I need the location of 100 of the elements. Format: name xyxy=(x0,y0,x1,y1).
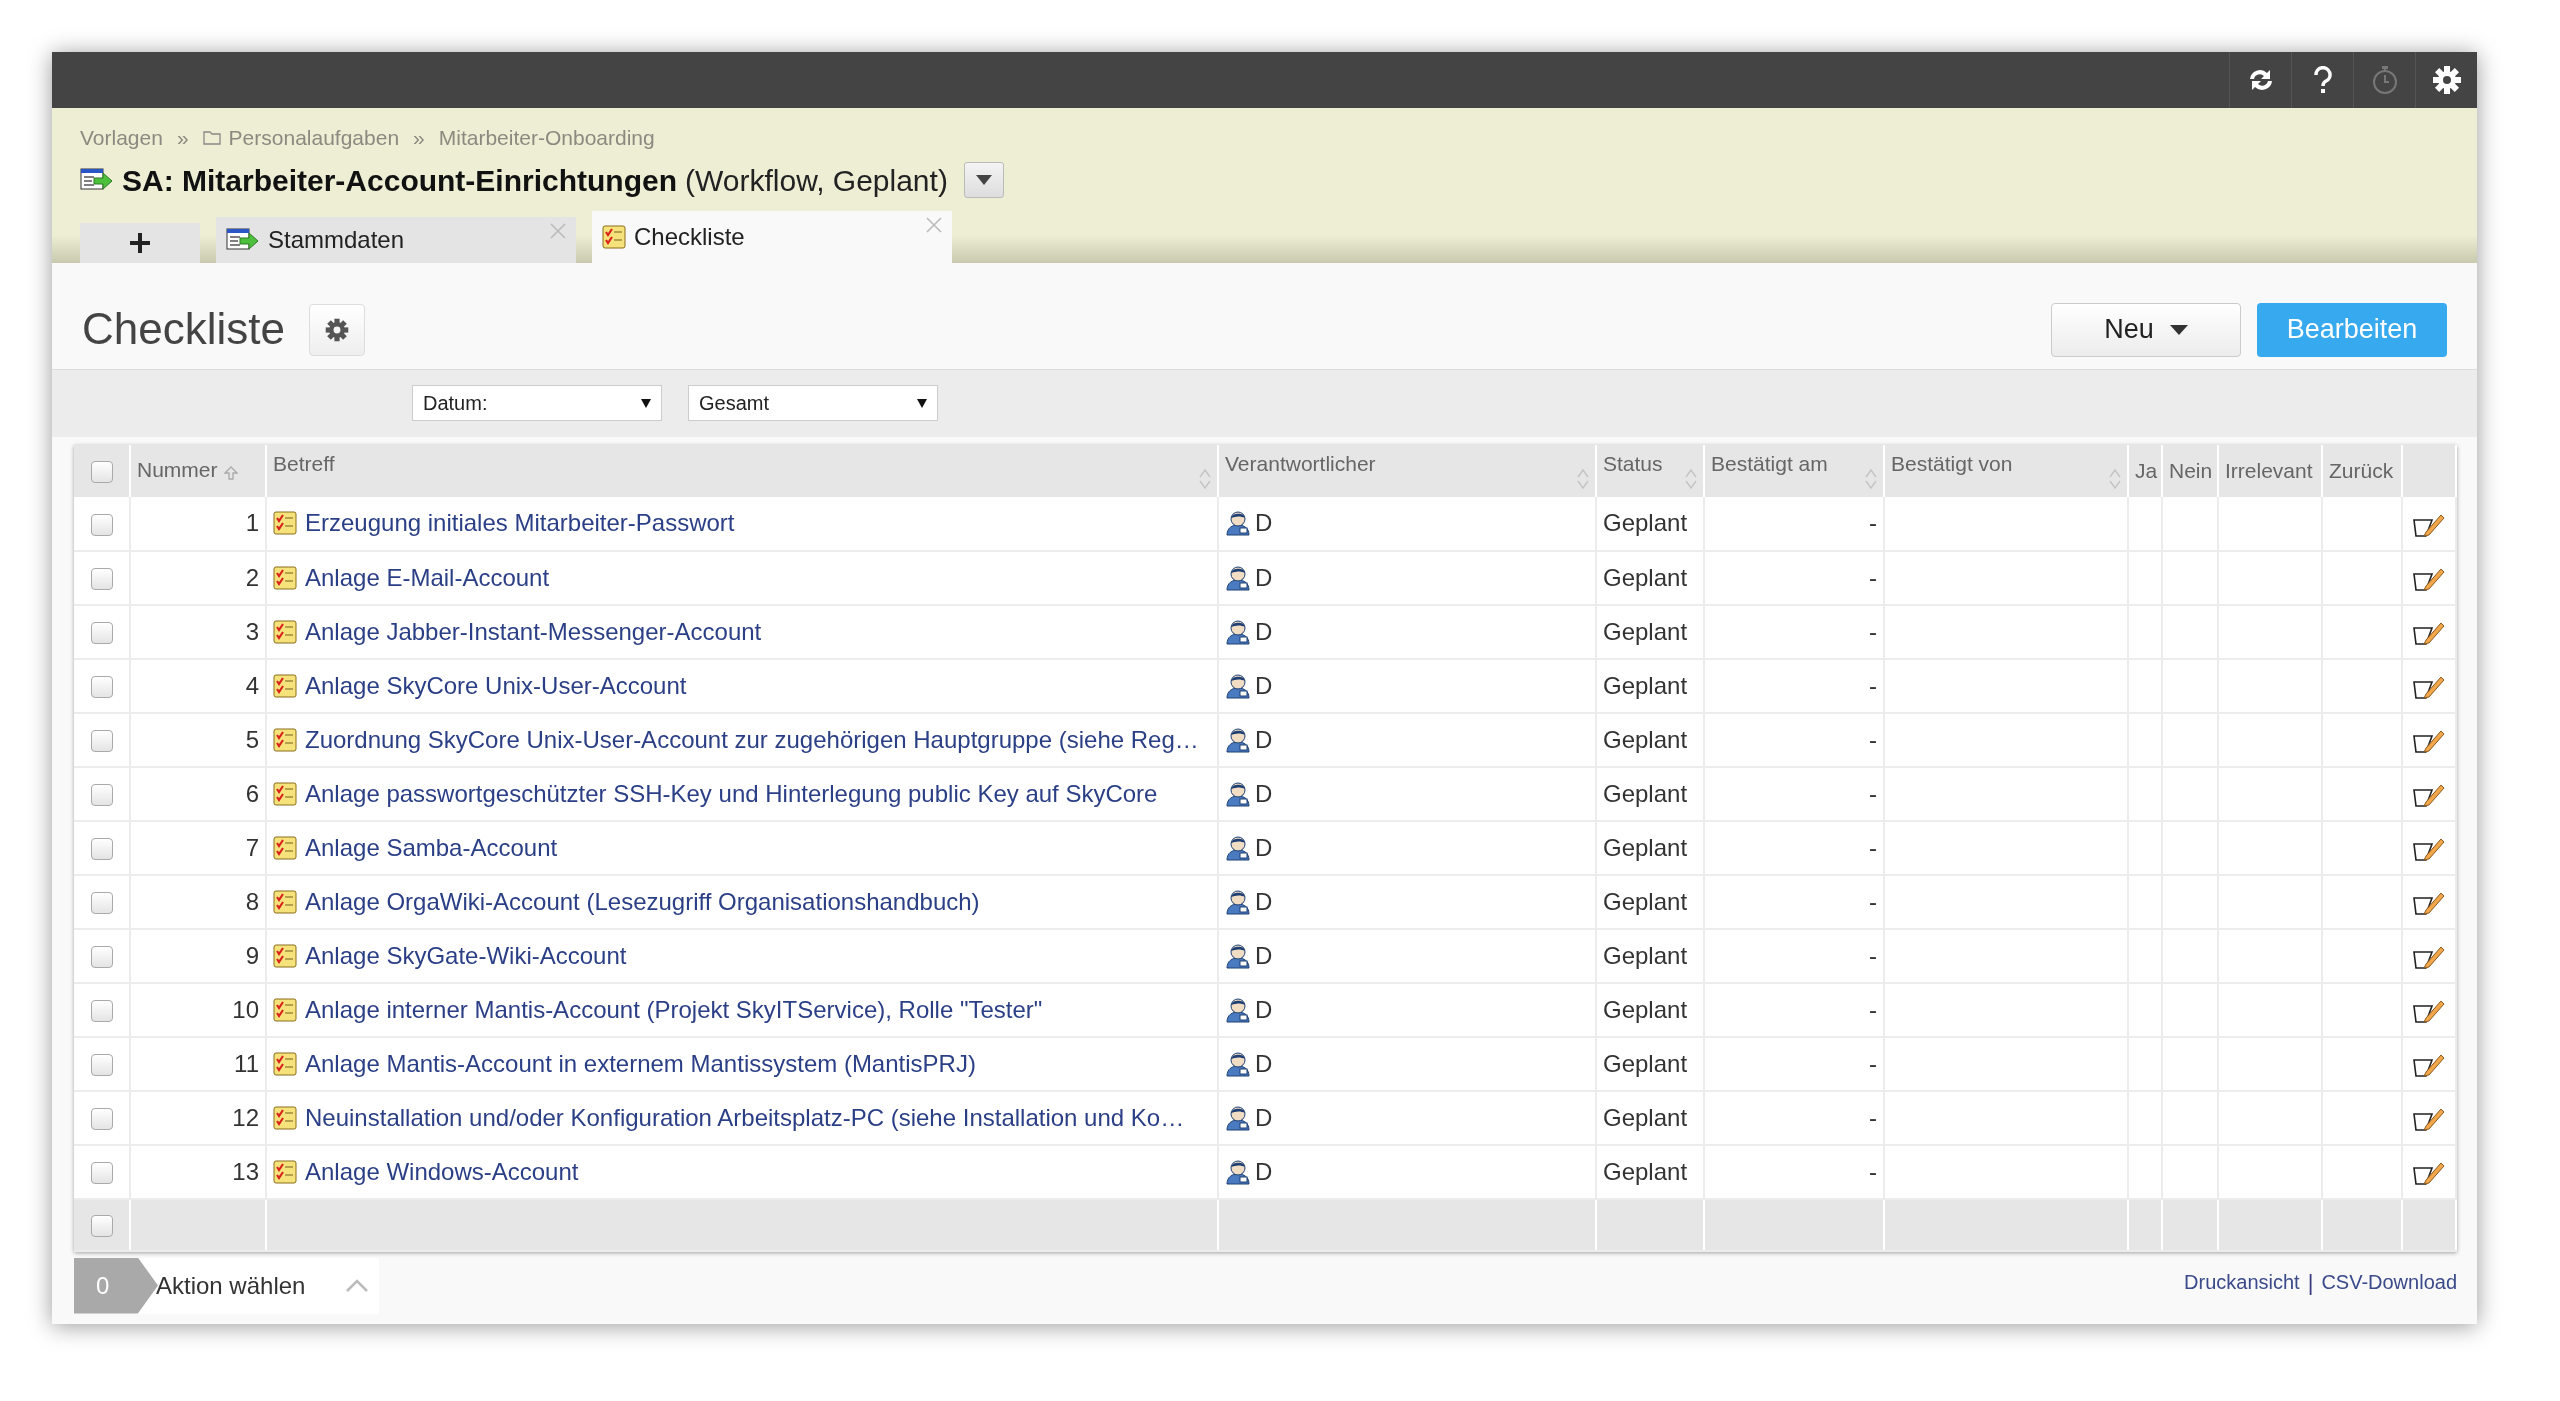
help-icon xyxy=(2311,66,2334,94)
responsible-name: D xyxy=(1255,1156,1273,1187)
status-text: Geplant xyxy=(1603,563,1688,591)
footer-link[interactable]: Druckansicht xyxy=(2184,1267,2300,1297)
row-number: 5 xyxy=(245,725,259,753)
row-number: 2 xyxy=(245,563,259,591)
checklist-icon xyxy=(273,1051,297,1076)
checklist-icon xyxy=(273,565,297,590)
person-icon xyxy=(1225,834,1251,861)
row-number: 6 xyxy=(245,779,259,807)
checkbox[interactable] xyxy=(90,568,113,591)
new-button[interactable]: Neu xyxy=(2051,302,2241,357)
status-text: Geplant xyxy=(1603,995,1688,1023)
breadcrumb-separator: » xyxy=(176,125,189,151)
checklist-icon xyxy=(602,224,626,249)
subject-link[interactable]: Anlage SkyGate-Wiki-Account xyxy=(305,937,627,974)
responsible-name: D xyxy=(1255,778,1273,809)
checklist-icon xyxy=(273,1105,297,1130)
column-header: Ja xyxy=(2135,458,2158,482)
checkbox[interactable] xyxy=(90,1162,113,1185)
edit-icon[interactable] xyxy=(2413,944,2445,971)
person-icon xyxy=(1225,996,1251,1023)
edit-icon[interactable] xyxy=(2413,566,2445,593)
checkbox[interactable] xyxy=(90,1054,113,1077)
person-icon xyxy=(1225,510,1251,536)
checkbox[interactable] xyxy=(90,1108,113,1131)
checkbox[interactable] xyxy=(90,730,113,753)
footer-link[interactable]: CSV-Download xyxy=(2321,1267,2457,1297)
edit-icon[interactable] xyxy=(2413,998,2445,1025)
checkbox[interactable] xyxy=(90,838,113,861)
checklist-icon xyxy=(273,997,297,1022)
subject-link[interactable]: Anlage Mantis-Account in externem Mantissystem (MantisPRJ) xyxy=(305,1045,976,1082)
edit-icon[interactable] xyxy=(2413,782,2445,809)
subject-link[interactable]: Anlage E-Mail-Account xyxy=(305,559,550,596)
checkbox[interactable] xyxy=(90,461,113,484)
subject-link[interactable]: Erzeugung initiales Mitarbeiter-Passwort xyxy=(305,505,735,541)
subject-link[interactable]: Anlage interner Mantis-Account (Projekt SkyITService), Rolle "Tester" xyxy=(305,991,1043,1028)
checkbox[interactable] xyxy=(90,892,113,915)
edit-icon[interactable] xyxy=(2413,890,2445,917)
date-text: - xyxy=(1869,1157,1877,1185)
edit-icon[interactable] xyxy=(2413,1160,2445,1187)
checkbox[interactable] xyxy=(90,676,113,699)
subject-link[interactable]: Anlage Windows-Account xyxy=(305,1153,579,1190)
row-number: 10 xyxy=(232,995,259,1023)
status-text: Geplant xyxy=(1603,779,1688,807)
responsible-name: D xyxy=(1255,670,1273,701)
checkbox[interactable] xyxy=(90,513,113,536)
tab[interactable]: Stammdaten xyxy=(216,216,576,263)
checklist-icon xyxy=(273,1159,297,1184)
edit-icon[interactable] xyxy=(2413,1106,2445,1133)
person-icon xyxy=(1225,1050,1251,1077)
add-tab-button[interactable] xyxy=(80,222,200,263)
person-icon xyxy=(1225,618,1251,645)
edit-icon[interactable] xyxy=(2413,674,2445,701)
edit-icon[interactable] xyxy=(2413,620,2445,647)
action-select[interactable]: Aktion wählen xyxy=(136,1257,380,1314)
responsible-name: D xyxy=(1255,886,1273,917)
dropdown-button[interactable] xyxy=(963,162,1004,198)
person-icon xyxy=(1225,1104,1251,1131)
sort-header[interactable]: Verantwortlicher xyxy=(1225,451,1376,475)
column-header: Irrelevant xyxy=(2225,458,2313,482)
person-icon xyxy=(1225,1158,1251,1185)
checkbox[interactable] xyxy=(90,622,113,645)
status-text: Geplant xyxy=(1603,941,1688,969)
column-header: Zurück xyxy=(2329,458,2394,482)
edit-icon[interactable] xyxy=(2413,1052,2445,1079)
edit-icon[interactable] xyxy=(2413,836,2445,863)
caret-icon xyxy=(917,398,927,408)
tab[interactable]: Checkliste xyxy=(592,210,952,263)
subject-link[interactable]: Anlage Samba-Account xyxy=(305,829,558,866)
person-icon xyxy=(1225,942,1251,969)
record-meta: (Workflow, Geplant) xyxy=(685,162,948,199)
subject-link[interactable]: Anlage Jabber-Instant-Messenger-Account xyxy=(305,613,762,650)
row-number: 4 xyxy=(245,671,259,699)
subject-link[interactable]: Zuordnung SkyCore Unix-User-Account zur zugehörigen Hauptgruppe (siehe Reg… xyxy=(305,721,1199,758)
date-text: - xyxy=(1869,1049,1877,1077)
subject-link[interactable]: Neuinstallation und/oder Konfiguration Arbeitsplatz-PC (siehe Installation und Ko… xyxy=(305,1099,1185,1136)
row-number: 3 xyxy=(245,617,259,645)
checklist-icon xyxy=(273,943,297,968)
checklist-icon xyxy=(273,781,297,806)
responsible-name: D xyxy=(1255,508,1273,538)
checklist-icon xyxy=(273,673,297,698)
workflow-icon xyxy=(80,167,114,193)
edit-icon[interactable] xyxy=(2413,728,2445,755)
sort-header[interactable]: Betreff xyxy=(273,451,335,475)
subject-link[interactable]: Anlage passwortgeschützter SSH-Key und Hinterlegung public Key auf SkyCore xyxy=(305,775,1158,812)
checkbox[interactable] xyxy=(90,1000,113,1023)
subject-link[interactable]: Anlage OrgaWiki-Account (Lesezugriff Organisationshandbuch) xyxy=(305,883,980,920)
checklist-icon xyxy=(273,889,297,914)
checklist-icon xyxy=(273,619,297,644)
breadcrumb-separator: » xyxy=(413,125,425,151)
status-text: Geplant xyxy=(1603,671,1688,699)
checkbox[interactable] xyxy=(90,946,113,969)
checkbox[interactable] xyxy=(90,1215,113,1238)
settings-icon xyxy=(2431,65,2462,95)
responsible-name: D xyxy=(1255,994,1273,1025)
select-field[interactable]: Datum: xyxy=(412,385,662,421)
checkbox[interactable] xyxy=(90,784,113,807)
select-field[interactable]: Gesamt xyxy=(688,385,938,421)
subject-link[interactable]: Anlage SkyCore Unix-User-Account xyxy=(305,667,687,704)
